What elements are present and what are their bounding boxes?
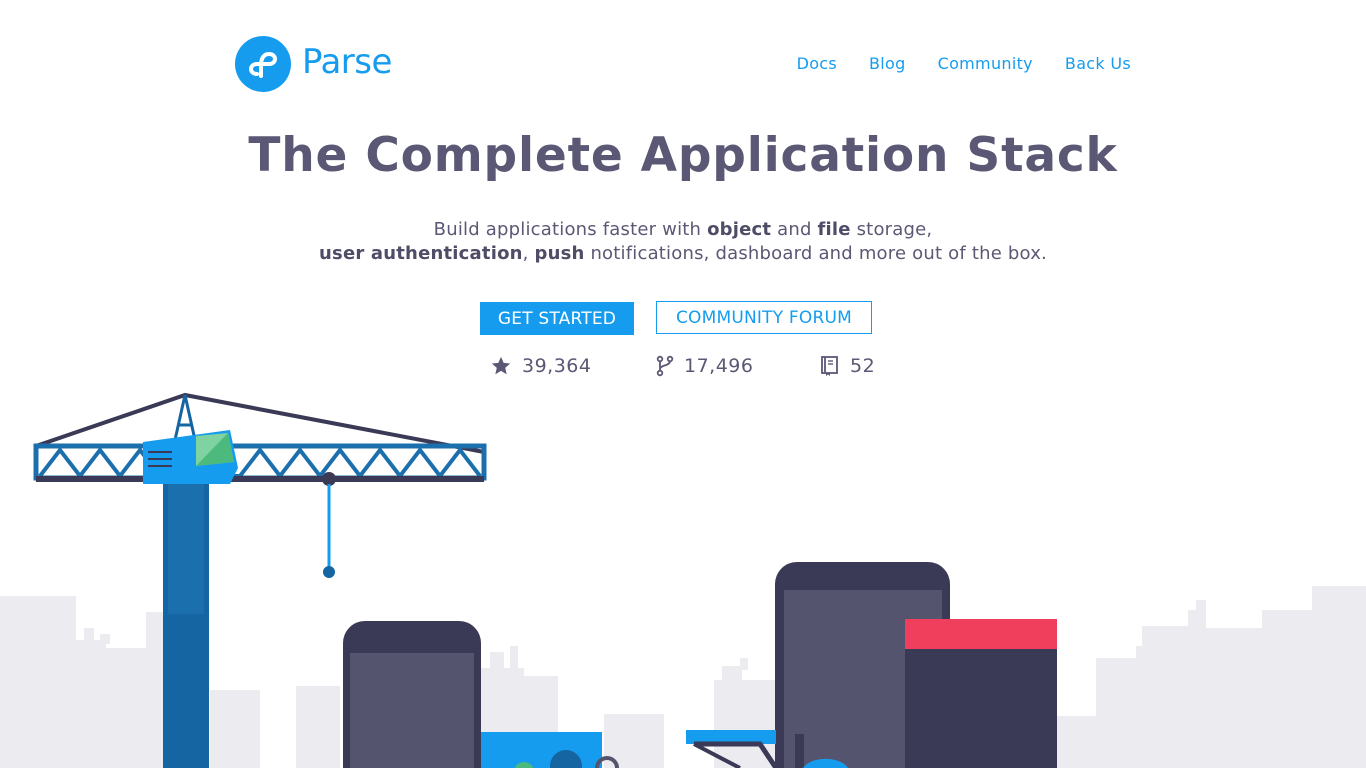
blue-crate [481, 732, 619, 768]
tagline-segment: and [771, 219, 818, 240]
construction-illustration [0, 392, 1366, 768]
nav-back-us[interactable]: Back Us [1065, 54, 1131, 73]
phone-device [343, 621, 481, 768]
parse-logo-link[interactable]: Parse [235, 36, 392, 92]
tagline-segment: Build applications faster with [433, 219, 708, 240]
community-forum-button[interactable]: COMMUNITY FORUM [656, 301, 872, 334]
nav-blog[interactable]: Blog [869, 54, 906, 73]
tagline-line-2: user authentication, push notifications,… [0, 242, 1366, 266]
hero-title: The Complete Application Stack [248, 128, 1118, 183]
tagline-bold-object: object [707, 219, 772, 240]
forks-stat[interactable]: 17,496 [656, 355, 820, 377]
browser-window [905, 619, 1057, 768]
tagline-line-1: Build applications faster with object an… [0, 218, 1366, 242]
get-started-button[interactable]: GET STARTED [480, 302, 634, 335]
github-stats: 39,364 17,496 52 [490, 355, 875, 377]
nav-docs[interactable]: Docs [797, 54, 837, 73]
stars-stat[interactable]: 39,364 [490, 355, 656, 377]
forks-count: 17,496 [684, 355, 754, 377]
tagline-segment: notifications, dashboard and more out of… [584, 243, 1047, 264]
parse-logo-icon [235, 36, 291, 92]
repos-stat[interactable]: 52 [820, 355, 875, 377]
tagline-segment: , [522, 243, 535, 264]
tagline-bold-auth: user authentication [319, 243, 523, 264]
tagline-segment: storage, [850, 219, 933, 240]
nav-community[interactable]: Community [938, 54, 1033, 73]
hero-tagline: Build applications faster with object an… [0, 218, 1366, 266]
tagline-bold-file: file [817, 219, 851, 240]
brand-name: Parse [302, 42, 392, 82]
stars-count: 39,364 [522, 355, 592, 377]
cta-buttons: GET STARTED COMMUNITY FORUM [480, 301, 872, 335]
star-icon [491, 356, 511, 375]
tagline-bold-push: push [534, 243, 585, 264]
landing-page: Parse Docs Blog Community Back Us The Co… [0, 0, 1366, 768]
top-nav: Docs Blog Community Back Us [797, 54, 1131, 73]
repo-book-icon [821, 356, 838, 376]
fork-icon [656, 355, 674, 377]
repos-count: 52 [850, 355, 876, 377]
